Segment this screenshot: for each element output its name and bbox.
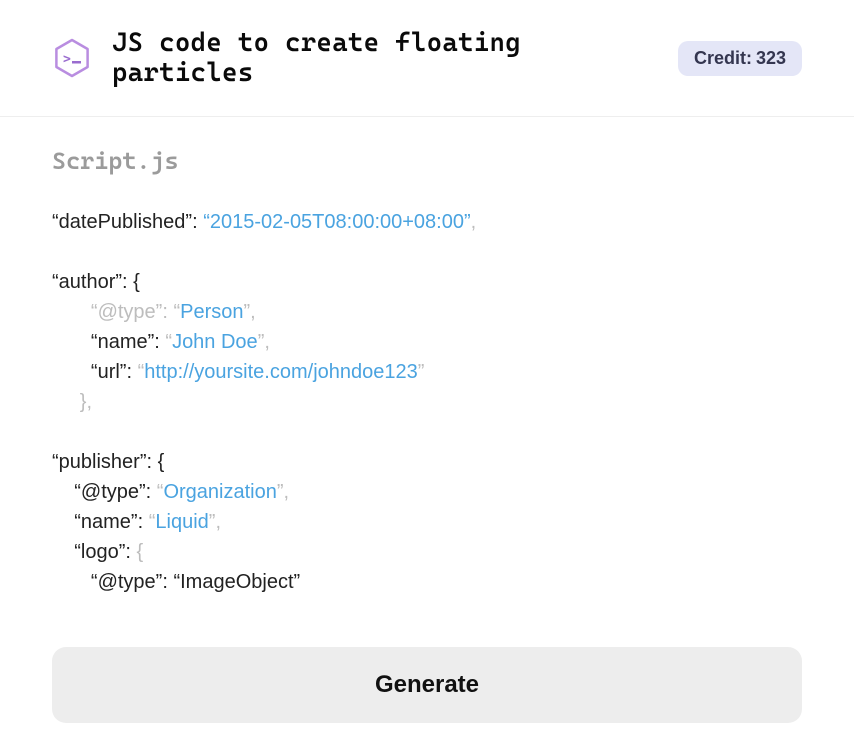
code-line: “name”: “John Doe”, <box>52 327 802 357</box>
code-line: “datePublished”: “2015-02-05T08:00:00+08… <box>52 207 802 237</box>
app-logo-icon: > <box>52 38 92 78</box>
code-block: “datePublished”: “2015-02-05T08:00:00+08… <box>52 207 802 597</box>
code-line: “url”: “http://yoursite.com/johndoe123” <box>52 357 802 387</box>
code-line <box>52 417 802 447</box>
code-line: “author”: { <box>52 267 802 297</box>
code-line: “publisher”: { <box>52 447 802 477</box>
code-line: “@type”: “ImageObject” <box>52 567 802 597</box>
generate-button[interactable]: Generate <box>52 647 802 723</box>
code-line: “logo”: { <box>52 537 802 567</box>
credit-label: Credit: <box>694 48 752 69</box>
script-filename: Script.js <box>52 147 802 175</box>
credit-badge: Credit: 323 <box>678 41 802 76</box>
code-line: }, <box>52 387 802 417</box>
page-title: JS code to create floating particles <box>112 28 678 88</box>
svg-text:>: > <box>63 52 71 67</box>
app-header: > JS code to create floating particles C… <box>0 0 854 117</box>
code-line: “name”: “Liquid”, <box>52 507 802 537</box>
code-line <box>52 237 802 267</box>
code-line: “@type”: “Organization”, <box>52 477 802 507</box>
code-line: “@type”: “Person”, <box>52 297 802 327</box>
main-content: Script.js “datePublished”: “2015-02-05T0… <box>0 117 854 723</box>
credit-value: 323 <box>756 48 786 69</box>
